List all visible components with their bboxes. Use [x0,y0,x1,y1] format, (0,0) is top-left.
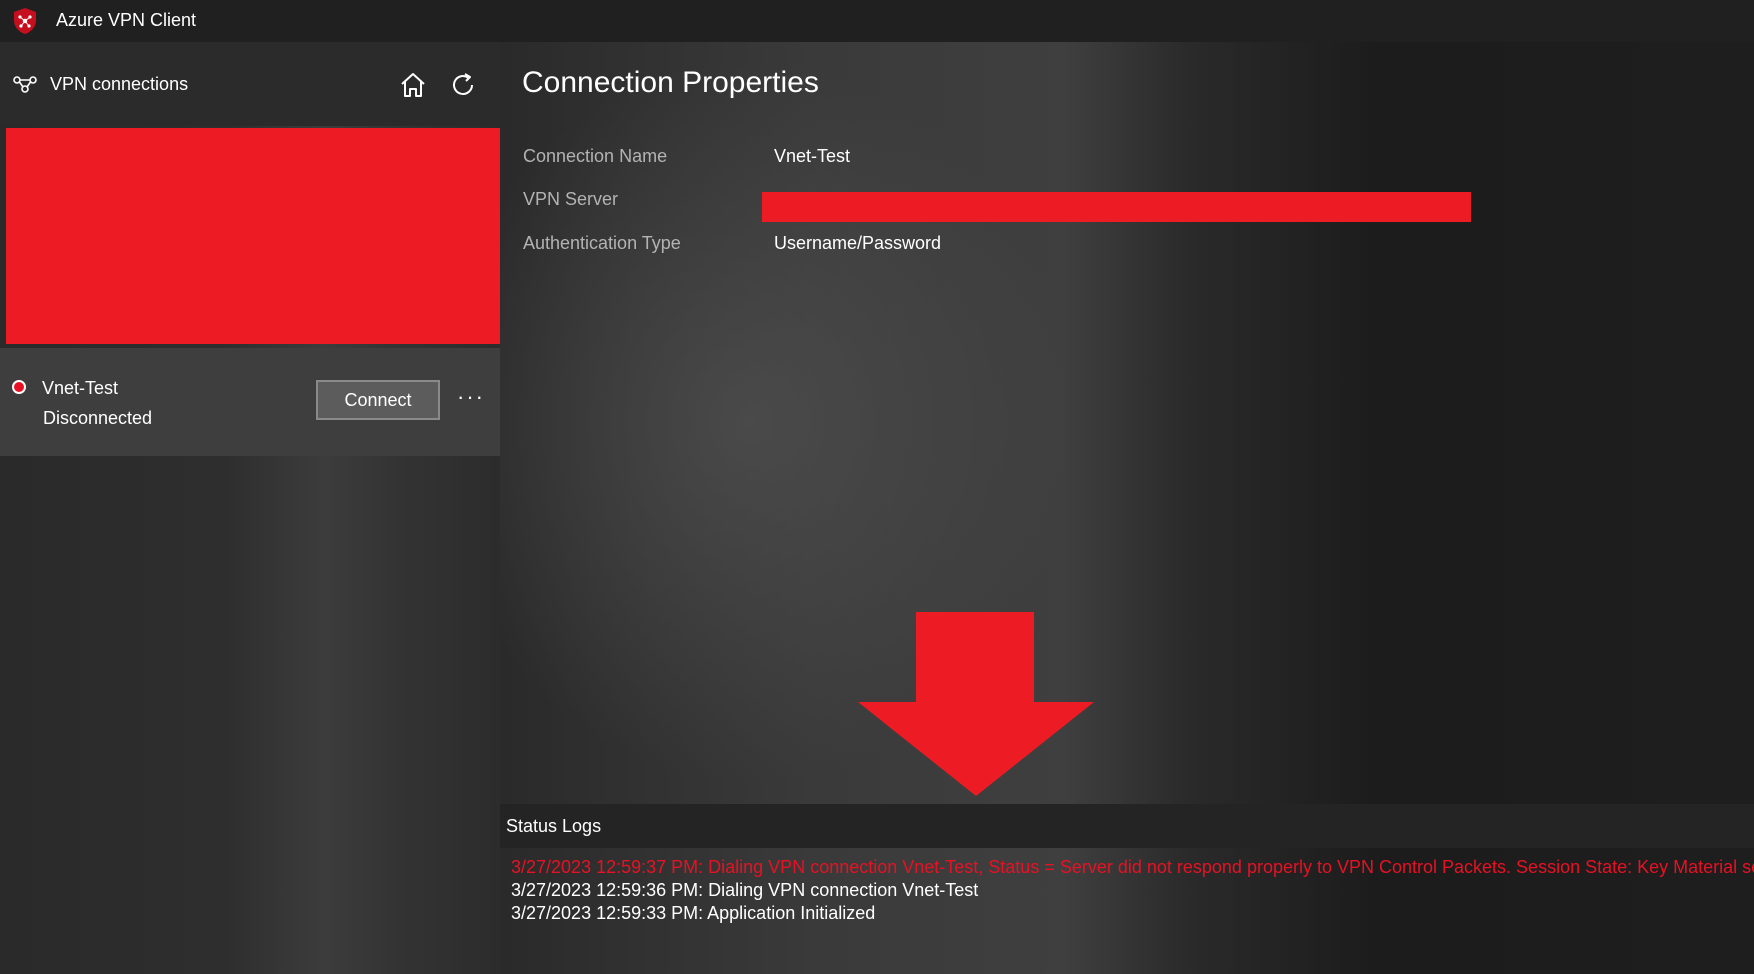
connection-name-value: Vnet-Test [774,146,851,166]
more-options-button[interactable]: ··· [456,382,486,416]
home-icon [401,73,425,97]
connection-status: Disconnected [43,408,153,428]
sidebar: VPN connections Vnet-Test Disconnected C… [0,42,500,974]
log-line: 3/27/2023 12:59:33 PM: Application Initi… [511,903,876,923]
vpn-connections-icon [13,76,37,93]
connect-button[interactable]: Connect [316,380,440,420]
authentication-type-label: Authentication Type [523,233,681,253]
sidebar-header: VPN connections [0,42,500,126]
main-panel: Connection Properties Connection Name Vn… [500,42,1754,974]
annotation-arrow-down-icon [858,612,1094,796]
azure-vpn-shield-icon [14,8,36,34]
disconnected-status-icon [12,380,26,394]
app-title: Azure VPN Client [56,10,197,30]
page-title: Connection Properties [522,66,819,99]
home-button[interactable] [396,68,430,102]
refresh-button[interactable] [446,68,480,102]
connection-name-label: Connection Name [523,146,668,166]
status-logs-header: Status Logs [500,804,1754,848]
connection-list-item[interactable]: Vnet-Test Disconnected Connect ··· [0,348,500,456]
redacted-profile-area [6,128,500,344]
redacted-vpn-server-value [762,192,1471,222]
connection-name: Vnet-Test [42,378,119,398]
refresh-icon [453,73,473,95]
vpn-server-label: VPN Server [523,189,619,209]
status-logs-list: 3/27/2023 12:59:37 PM: Dialing VPN conne… [511,856,1754,925]
log-line: 3/27/2023 12:59:37 PM: Dialing VPN conne… [511,857,1754,877]
vpn-connections-label: VPN connections [50,74,189,94]
title-bar: Azure VPN Client [0,0,1754,42]
authentication-type-value: Username/Password [774,233,942,253]
log-line: 3/27/2023 12:59:36 PM: Dialing VPN conne… [511,880,979,900]
status-logs-title: Status Logs [506,816,602,836]
